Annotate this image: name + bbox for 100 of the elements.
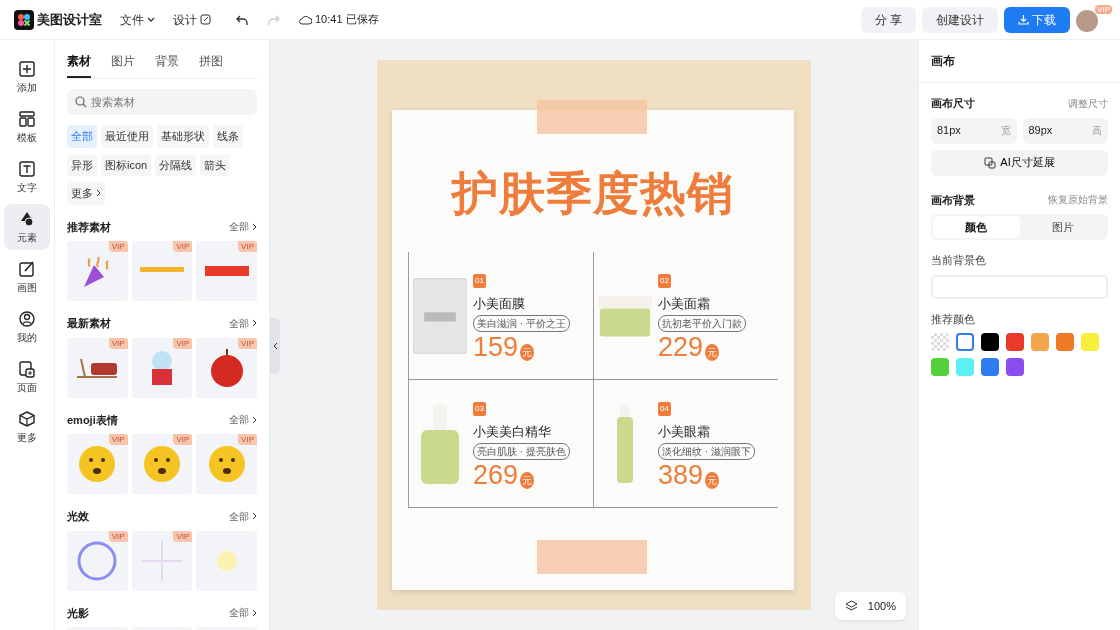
color-swatch[interactable] bbox=[1031, 333, 1049, 351]
rail-tab[interactable]: 我的 bbox=[4, 304, 50, 350]
vip-badge: VIP bbox=[108, 241, 128, 252]
bubble-ring-drawing bbox=[77, 540, 118, 581]
section-title: 光影 bbox=[67, 605, 89, 621]
text-link[interactable]: 恢复原始背景 bbox=[1048, 192, 1108, 208]
redo-icon[interactable] bbox=[267, 13, 281, 26]
menu-button[interactable]: 文件 bbox=[120, 10, 155, 29]
segment-tab[interactable]: 颜色 bbox=[933, 216, 1020, 238]
panel-tab[interactable]: 素材 bbox=[67, 40, 91, 78]
chevron-down-icon bbox=[147, 16, 155, 23]
rail-tab[interactable]: 文字 bbox=[4, 154, 50, 200]
color-swatch[interactable] bbox=[931, 333, 949, 351]
panel-tab[interactable]: 拼图 bbox=[199, 40, 223, 78]
currency-unit: 元 bbox=[520, 471, 535, 489]
emoji-face-drawing bbox=[144, 446, 180, 482]
vip-badge: VIP bbox=[108, 337, 128, 349]
asset-tile[interactable] bbox=[196, 530, 257, 591]
action-button[interactable]: 分 享 bbox=[860, 6, 916, 33]
text-link[interactable]: 调整尺寸 bbox=[1068, 95, 1108, 111]
filter-chip[interactable]: 图标icon bbox=[101, 153, 152, 176]
emoji-face-drawing bbox=[79, 446, 116, 482]
section-title: emoji表情 bbox=[67, 412, 118, 428]
filter-chip[interactable]: 基础形状 bbox=[157, 125, 209, 148]
product-number: 02 bbox=[658, 274, 671, 289]
menu-button[interactable]: 设计 bbox=[173, 10, 211, 29]
chevron-right-icon bbox=[252, 319, 257, 328]
filter-chip[interactable]: 更多 bbox=[67, 182, 105, 205]
vip-badge: VIP bbox=[238, 434, 257, 445]
filter-chip[interactable]: 分隔线 bbox=[155, 153, 197, 176]
size-field[interactable]: 81px 宽 bbox=[931, 117, 1017, 144]
poster-title: 护肤季度热销 bbox=[450, 170, 735, 216]
filter-chip[interactable]: 线条 bbox=[213, 125, 243, 148]
section-title: 最新素材 bbox=[67, 316, 111, 331]
product-price: 389 bbox=[658, 461, 704, 489]
filter-chip[interactable]: 最近使用 bbox=[101, 125, 153, 148]
ai-resize-button[interactable]: AI尺寸延展 bbox=[931, 149, 1108, 176]
color-swatch[interactable] bbox=[1056, 333, 1074, 351]
rail-tab[interactable]: 元素 bbox=[4, 204, 50, 250]
product-name: 小美面膜 bbox=[473, 295, 526, 314]
vip-badge: VIP bbox=[108, 434, 128, 445]
pencil-square-icon bbox=[18, 259, 36, 278]
see-all-link[interactable]: 全部 bbox=[229, 508, 257, 524]
rail-tab[interactable]: 模板 bbox=[4, 104, 50, 150]
vip-badge: VIP bbox=[173, 530, 193, 542]
color-swatch[interactable] bbox=[981, 333, 999, 351]
segment-tab[interactable]: 图片 bbox=[1019, 216, 1106, 238]
cube-icon bbox=[18, 409, 36, 428]
layers-icon[interactable] bbox=[844, 599, 858, 613]
brush-stroke-drawing bbox=[140, 267, 184, 275]
section-title: 推荐素材 bbox=[67, 219, 111, 235]
product-number: 04 bbox=[658, 402, 671, 417]
chevron-right-icon bbox=[252, 608, 257, 617]
product-number: 01 bbox=[473, 274, 486, 289]
action-button[interactable]: 下载 bbox=[1004, 6, 1070, 33]
panel-tab[interactable]: 图片 bbox=[111, 40, 135, 78]
rail-tab[interactable]: 更多 bbox=[4, 404, 50, 450]
currency-unit: 元 bbox=[705, 471, 720, 489]
see-all-link[interactable]: 全部 bbox=[229, 412, 257, 428]
rail-tab[interactable]: 页面 bbox=[4, 354, 50, 400]
filter-chip[interactable]: 箭头 bbox=[200, 153, 231, 176]
filter-chip[interactable]: 全部 bbox=[67, 125, 97, 148]
chevron-right-icon bbox=[252, 415, 257, 424]
see-all-link[interactable]: 全部 bbox=[229, 315, 257, 331]
color-swatch[interactable] bbox=[956, 358, 974, 376]
filter-chip[interactable]: 异形 bbox=[67, 153, 97, 176]
vip-badge: VIP bbox=[173, 241, 193, 252]
app-logo-icon bbox=[14, 9, 34, 30]
sleigh-drawing bbox=[75, 356, 120, 379]
product-price: 269 bbox=[473, 461, 519, 489]
cloud-icon bbox=[299, 14, 312, 25]
rail-tab[interactable]: 添加 bbox=[4, 54, 50, 100]
section-title: 画布尺寸 bbox=[931, 96, 975, 111]
action-button[interactable]: 创建设计 bbox=[922, 6, 998, 33]
user-avatar[interactable] bbox=[1076, 9, 1098, 32]
search-field[interactable]: 搜索素材 bbox=[67, 89, 257, 115]
rectangle-drawing bbox=[204, 266, 249, 276]
color-swatch[interactable] bbox=[1006, 358, 1024, 376]
section-title: 画布背景 bbox=[931, 192, 975, 208]
undo-icon[interactable] bbox=[235, 13, 249, 26]
vip-badge: VIP bbox=[238, 337, 257, 349]
resize-icon bbox=[984, 156, 997, 169]
see-all-link[interactable]: 全部 bbox=[229, 605, 257, 621]
see-all-link[interactable]: 全部 bbox=[229, 219, 257, 235]
rail-tab[interactable]: 画图 bbox=[4, 254, 50, 300]
color-swatch[interactable] bbox=[981, 358, 999, 376]
color-swatch[interactable] bbox=[956, 333, 974, 351]
download-icon bbox=[1018, 14, 1029, 25]
color-swatch[interactable] bbox=[1081, 333, 1099, 351]
color-swatch[interactable] bbox=[1006, 333, 1024, 351]
color-swatch[interactable] bbox=[931, 358, 949, 376]
vip-badge: VIP bbox=[1095, 4, 1112, 14]
text-icon bbox=[18, 159, 36, 178]
layout-icon bbox=[18, 109, 36, 128]
collapse-handle[interactable] bbox=[270, 318, 280, 374]
panel-tab[interactable]: 背景 bbox=[155, 40, 179, 78]
size-field[interactable]: 89px 高 bbox=[1022, 117, 1108, 144]
field-label: 当前背景色 bbox=[931, 253, 987, 268]
product-price: 229 bbox=[658, 333, 704, 361]
chevron-right-icon bbox=[96, 189, 101, 198]
